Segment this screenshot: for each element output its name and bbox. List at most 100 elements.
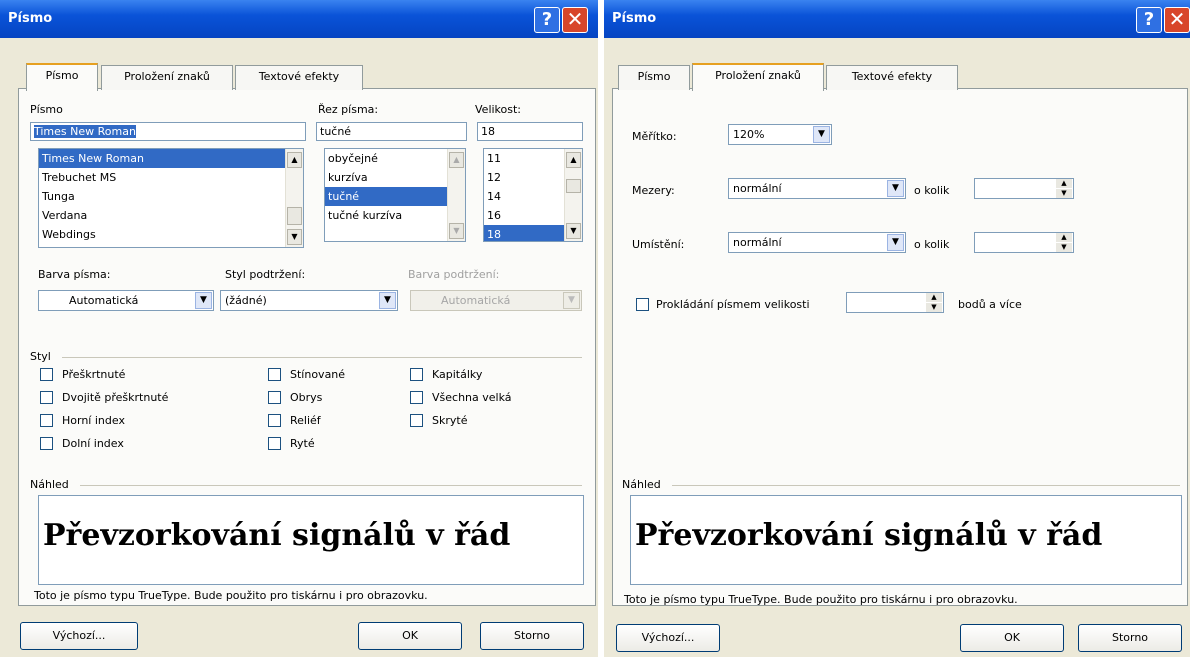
font-style-label: Řez písma:	[318, 103, 379, 116]
scroll-up-icon[interactable]: ▲	[566, 152, 581, 168]
list-item[interactable]: Trebuchet MS	[39, 168, 303, 187]
spin-up-icon[interactable]: ▲	[1056, 179, 1072, 188]
scrollbar[interactable]: ▲ ▼	[564, 149, 582, 241]
superscript-checkbox[interactable]	[40, 414, 53, 427]
chevron-down-icon[interactable]: ▼	[887, 180, 904, 197]
list-item[interactable]: Verdana	[39, 206, 303, 225]
spin-down-icon[interactable]: ▼	[1056, 243, 1072, 252]
spin-up-icon[interactable]: ▲	[926, 293, 942, 302]
font-dialog-spacing-tab: Písmo ? ✕ Písmo Proložení znaků Textové …	[604, 0, 1190, 657]
chevron-down-icon[interactable]: ▼	[887, 234, 904, 251]
list-item[interactable]: kurzíva	[325, 168, 465, 187]
kerning-size-spinner[interactable]: ▲ ▼	[846, 292, 944, 313]
list-item[interactable]: Tunga	[39, 187, 303, 206]
underline-style-label: Styl podtržení:	[225, 268, 306, 281]
scale-label: Měřítko:	[632, 130, 677, 143]
scroll-down-icon[interactable]: ▼	[566, 223, 581, 239]
font-style-list[interactable]: obyčejné kurzíva tučné tučné kurzíva ▲ ▼	[324, 148, 466, 242]
all-caps-label: Všechna velká	[432, 391, 512, 404]
close-icon[interactable]: ✕	[1164, 7, 1190, 33]
superscript-label: Horní index	[62, 414, 125, 427]
preview-label: Náhled	[622, 478, 661, 491]
spacing-amount-spinner[interactable]: ▲ ▼	[974, 178, 1074, 199]
scale-select[interactable]: 120% ▼	[728, 124, 832, 145]
scroll-up-icon[interactable]: ▲	[449, 152, 464, 168]
preview-box: Převzorkování signálů v řád	[38, 495, 584, 585]
subscript-checkbox[interactable]	[40, 437, 53, 450]
spacing-label: Mezery:	[632, 184, 675, 197]
help-icon[interactable]: ?	[534, 7, 560, 33]
truetype-note: Toto je písmo typu TrueType. Bude použit…	[34, 589, 428, 602]
scroll-thumb[interactable]	[566, 179, 581, 193]
chevron-down-icon[interactable]: ▼	[813, 126, 830, 143]
emboss-checkbox[interactable]	[268, 414, 281, 427]
divider	[672, 485, 1180, 486]
position-by-label: o kolik	[914, 238, 950, 251]
font-size-list[interactable]: 11 12 14 16 18 ▲ ▼	[483, 148, 583, 242]
default-button[interactable]: Výchozí...	[616, 624, 720, 652]
double-strikethrough-checkbox[interactable]	[40, 391, 53, 404]
position-label: Umístění:	[632, 238, 685, 251]
list-item[interactable]: tučné	[325, 187, 465, 206]
divider	[62, 357, 582, 358]
position-amount-spinner[interactable]: ▲ ▼	[974, 232, 1074, 253]
close-icon[interactable]: ✕	[562, 7, 588, 33]
spin-up-icon[interactable]: ▲	[1056, 233, 1072, 242]
list-item[interactable]: obyčejné	[325, 149, 465, 168]
kerning-label: Prokládání písmem velikosti	[656, 298, 810, 311]
scroll-down-icon[interactable]: ▼	[287, 229, 302, 245]
hidden-checkbox[interactable]	[410, 414, 423, 427]
small-caps-label: Kapitálky	[432, 368, 483, 381]
ok-button[interactable]: OK	[960, 624, 1064, 652]
tab-font[interactable]: Písmo	[26, 63, 98, 91]
font-color-select[interactable]: Automatická ▼	[38, 290, 214, 311]
engrave-checkbox[interactable]	[268, 437, 281, 450]
chevron-down-icon[interactable]: ▼	[563, 292, 580, 309]
scrollbar[interactable]: ▲ ▼	[285, 149, 303, 247]
scrollbar[interactable]: ▲ ▼	[447, 149, 465, 241]
ok-button[interactable]: OK	[358, 622, 462, 650]
default-button[interactable]: Výchozí...	[20, 622, 138, 650]
font-list[interactable]: Times New Roman Trebuchet MS Tunga Verda…	[38, 148, 304, 248]
cancel-button[interactable]: Storno	[480, 622, 584, 650]
all-caps-checkbox[interactable]	[410, 391, 423, 404]
tab-character-spacing[interactable]: Proložení znaků	[101, 65, 233, 90]
scroll-down-icon[interactable]: ▼	[449, 223, 464, 239]
chevron-down-icon[interactable]: ▼	[195, 292, 212, 309]
spacing-select[interactable]: normální ▼	[728, 178, 906, 199]
chevron-down-icon[interactable]: ▼	[379, 292, 396, 309]
spin-down-icon[interactable]: ▼	[926, 303, 942, 312]
scroll-up-icon[interactable]: ▲	[287, 152, 302, 168]
outline-checkbox[interactable]	[268, 391, 281, 404]
emboss-label: Reliéf	[290, 414, 321, 427]
spin-down-icon[interactable]: ▼	[1056, 189, 1072, 198]
shadow-checkbox[interactable]	[268, 368, 281, 381]
cancel-button[interactable]: Storno	[1078, 624, 1182, 652]
title-bar: Písmo ? ✕	[604, 0, 1190, 38]
scroll-thumb[interactable]	[287, 207, 302, 225]
underline-color-select[interactable]: Automatická ▼	[410, 290, 582, 311]
double-strikethrough-label: Dvojitě přeškrtnuté	[62, 391, 169, 404]
small-caps-checkbox[interactable]	[410, 368, 423, 381]
font-style-input[interactable]: tučné	[316, 122, 467, 141]
strikethrough-checkbox[interactable]	[40, 368, 53, 381]
spacing-by-label: o kolik	[914, 184, 950, 197]
list-item[interactable]: Webdings	[39, 225, 303, 244]
font-size-input[interactable]: 18	[477, 122, 583, 141]
tab-text-effects[interactable]: Textové efekty	[826, 65, 958, 90]
tab-font[interactable]: Písmo	[618, 65, 690, 90]
position-select[interactable]: normální ▼	[728, 232, 906, 253]
tab-text-effects[interactable]: Textové efekty	[235, 65, 363, 90]
strikethrough-label: Přeškrtnuté	[62, 368, 126, 381]
truetype-note: Toto je písmo typu TrueType. Bude použit…	[624, 593, 1018, 606]
help-icon[interactable]: ?	[1136, 7, 1162, 33]
underline-color-label: Barva podtržení:	[408, 268, 500, 281]
list-item[interactable]: Times New Roman	[39, 149, 303, 168]
underline-style-select[interactable]: (žádné) ▼	[220, 290, 398, 311]
font-name-input[interactable]: Times New Roman	[30, 122, 306, 141]
tab-character-spacing[interactable]: Proložení znaků	[692, 63, 824, 91]
divider	[80, 485, 582, 486]
kerning-checkbox[interactable]	[636, 298, 649, 311]
preview-text: Převzorkování signálů v řád	[43, 518, 511, 553]
list-item[interactable]: tučné kurzíva	[325, 206, 465, 225]
